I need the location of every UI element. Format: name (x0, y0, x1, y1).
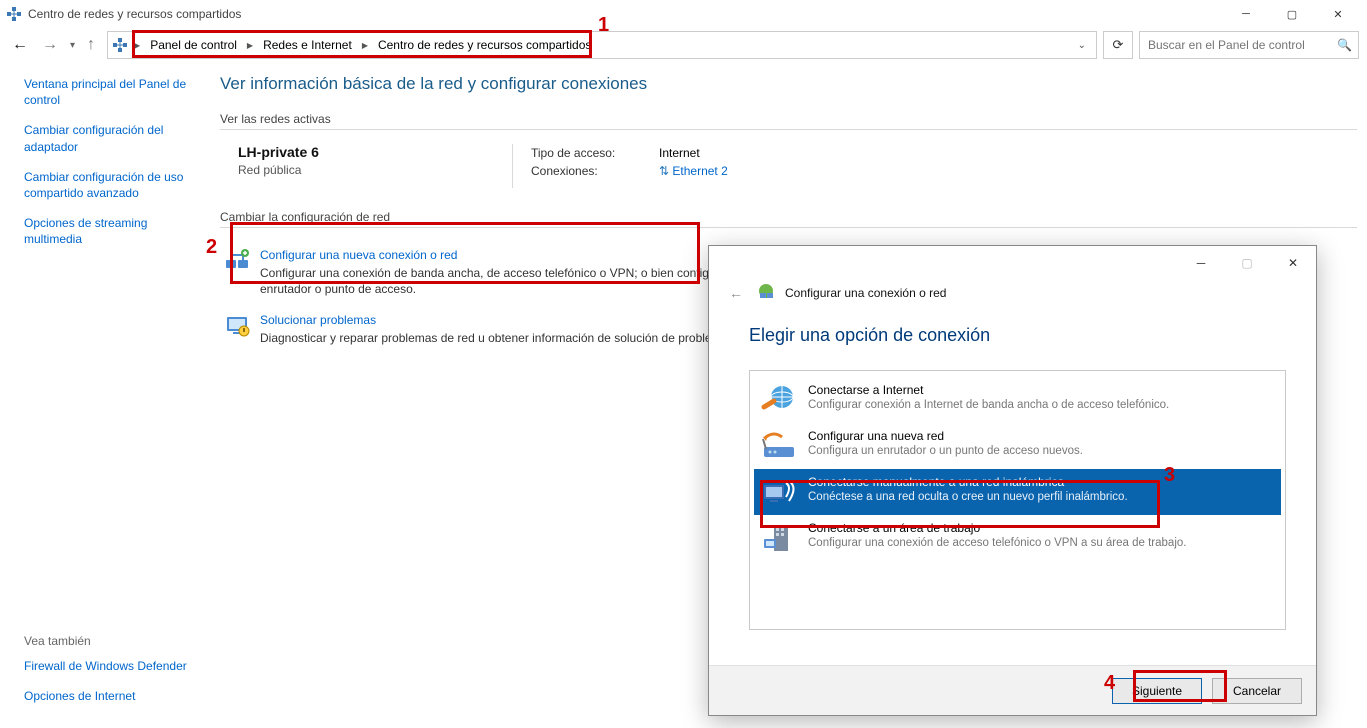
address-bar[interactable]: ▶ Panel de control ▶ Redes e Internet ▶ … (107, 31, 1097, 59)
dialog-close-button[interactable]: ✕ (1270, 248, 1316, 278)
active-networks-header: Ver las redes activas (220, 112, 1357, 130)
access-label: Tipo de acceso: (531, 146, 641, 160)
option-desc: Configurar una conexión de acceso telefó… (808, 537, 1186, 549)
nav-forward-button: → (40, 34, 60, 56)
next-button[interactable]: Siguiente (1112, 678, 1202, 704)
active-network-row: LH-private 6 Red pública Tipo de acceso:… (220, 144, 1357, 188)
option-connect-internet[interactable]: Conectarse a Internet Configurar conexió… (754, 377, 1281, 423)
search-icon[interactable]: 🔍 (1337, 38, 1352, 52)
action-title[interactable]: Solucionar problemas (260, 313, 738, 327)
search-box[interactable]: 🔍 (1139, 31, 1359, 59)
network-name: LH-private 6 (238, 144, 500, 160)
see-also-internet-options[interactable]: Opciones de Internet (24, 688, 202, 704)
globe-icon (760, 383, 798, 417)
dialog-maximize-button: ▢ (1224, 248, 1270, 278)
access-value: Internet (659, 146, 700, 160)
nav-history-chevron[interactable]: ▾ (70, 40, 75, 51)
window-titlebar: Centro de redes y recursos compartidos ─… (0, 0, 1367, 28)
option-desc: Configura un enrutador o un punto de acc… (808, 445, 1083, 457)
breadcrumb-sep: ▶ (245, 41, 255, 50)
wireless-manual-icon (760, 475, 798, 509)
address-dropdown-chevron[interactable]: ⌄ (1072, 40, 1092, 51)
cancel-button[interactable]: Cancelar (1212, 678, 1302, 704)
breadcrumb-item-2[interactable]: Centro de redes y recursos compartidos (374, 36, 595, 54)
network-type: Red pública (238, 163, 500, 177)
sidebar-item-streaming-options[interactable]: Opciones de streaming multimedia (24, 215, 202, 247)
connection-link[interactable]: Ethernet 2 (672, 164, 727, 178)
connections-label: Conexiones: (531, 164, 641, 178)
setup-connection-icon (224, 248, 250, 274)
action-desc: Configurar una conexión de banda ancha, … (260, 265, 780, 297)
dialog-titlebar: ─ ▢ ✕ (709, 246, 1316, 280)
dialog-header-title: Configurar una conexión o red (785, 286, 946, 300)
sidebar-item-adapter-settings[interactable]: Cambiar configuración del adaptador (24, 122, 202, 154)
nav-up-button[interactable]: ↑ (85, 34, 97, 56)
action-title[interactable]: Configurar una nueva conexión o red (260, 248, 780, 262)
close-button[interactable]: ✕ (1315, 0, 1361, 28)
wizard-icon (757, 282, 775, 303)
network-center-icon (6, 6, 22, 22)
option-manual-wireless[interactable]: Conectarse manualmente a una red inalámb… (754, 469, 1281, 515)
dialog-heading: Elegir una opción de conexión (749, 325, 1286, 346)
nav-back-button[interactable]: ← (10, 34, 30, 56)
router-icon (760, 429, 798, 463)
dialog-footer: Siguiente Cancelar (709, 665, 1316, 715)
option-title: Conectarse a Internet (808, 383, 1169, 397)
change-settings-header: Cambiar la configuración de red (220, 210, 1357, 228)
action-desc: Diagnosticar y reparar problemas de red … (260, 330, 738, 346)
option-title: Conectarse manualmente a una red inalámb… (808, 475, 1128, 489)
network-center-icon (112, 37, 128, 53)
option-setup-new-network[interactable]: Configurar una nueva red Configura un en… (754, 423, 1281, 469)
refresh-button[interactable]: ⟳ (1103, 31, 1133, 59)
connection-options-list: Conectarse a Internet Configurar conexió… (749, 370, 1286, 630)
nav-row: ← → ▾ ↑ ▶ Panel de control ▶ Redes e Int… (0, 28, 1367, 62)
option-title: Conectarse a un área de trabajo (808, 521, 1186, 535)
breadcrumb-item-0[interactable]: Panel de control (146, 36, 241, 54)
sidebar: Ventana principal del Panel de control C… (0, 62, 210, 728)
maximize-button[interactable]: ▢ (1269, 0, 1315, 28)
breadcrumb-item-1[interactable]: Redes e Internet (259, 36, 356, 54)
option-desc: Conéctese a una red oculta o cree un nue… (808, 491, 1128, 503)
breadcrumb-sep: ▶ (132, 41, 142, 50)
option-desc: Configurar conexión a Internet de banda … (808, 399, 1169, 411)
option-title: Configurar una nueva red (808, 429, 1083, 443)
breadcrumb-sep: ▶ (360, 41, 370, 50)
see-also-header: Vea también (24, 634, 202, 648)
dialog-back-button: ← (725, 285, 747, 301)
option-connect-workplace[interactable]: Conectarse a un área de trabajo Configur… (754, 515, 1281, 561)
minimize-button[interactable]: ─ (1223, 0, 1269, 28)
sidebar-item-advanced-sharing[interactable]: Cambiar configuración de uso compartido … (24, 169, 202, 201)
wizard-dialog: ─ ▢ ✕ ← Configurar una conexión o red El… (708, 245, 1317, 716)
troubleshoot-icon (224, 313, 250, 339)
page-title: Ver información básica de la red y confi… (220, 74, 1357, 94)
search-input[interactable] (1146, 37, 1337, 53)
window-title: Centro de redes y recursos compartidos (28, 7, 241, 21)
see-also-firewall[interactable]: Firewall de Windows Defender (24, 658, 202, 674)
workplace-icon (760, 521, 798, 555)
ethernet-icon: ⇅ (659, 164, 669, 178)
dialog-minimize-button[interactable]: ─ (1178, 248, 1224, 278)
sidebar-item-main-panel[interactable]: Ventana principal del Panel de control (24, 76, 202, 108)
